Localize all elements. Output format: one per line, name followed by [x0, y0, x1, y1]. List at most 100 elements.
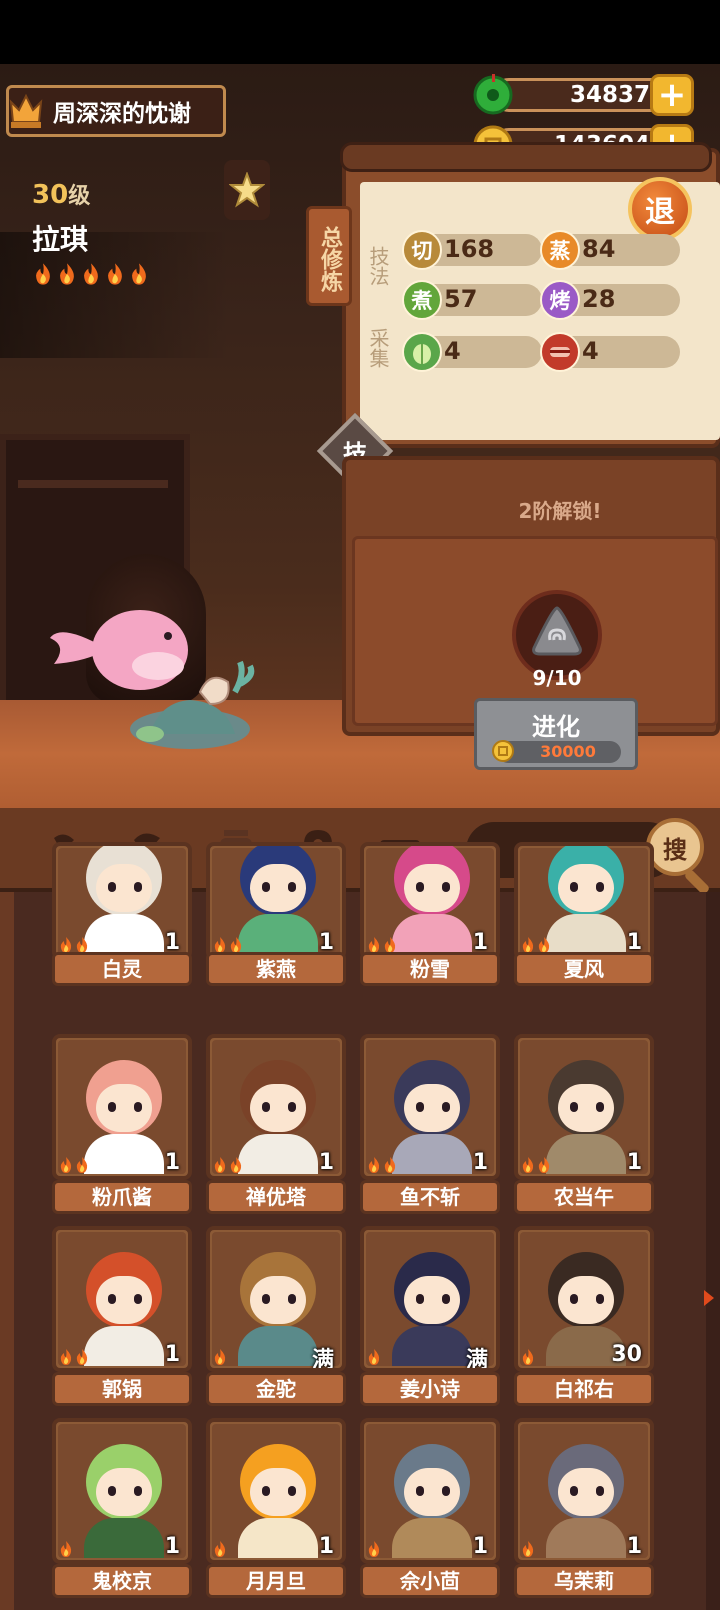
chef-card[interactable]: 1 佘小茴 [360, 1418, 500, 1598]
flame-icon [366, 1156, 382, 1174]
chef-rarity [520, 1348, 536, 1366]
player-name: 周深深的忱谢 [53, 101, 191, 127]
chef-card[interactable]: 1 粉爪酱 [52, 1034, 192, 1214]
chef-card[interactable]: 1 鬼校京 [52, 1418, 192, 1598]
total-training-tab[interactable]: 总修炼 [306, 206, 352, 306]
evolve-button[interactable]: 进化 30000 [474, 698, 638, 770]
flame-icon [74, 1156, 90, 1174]
skill-stat: 切 168 [402, 230, 542, 270]
skill-glyph-icon: 蒸 [540, 230, 580, 270]
flame-icon [32, 262, 54, 286]
chef-card[interactable]: 1 夏风 [514, 842, 654, 992]
flame-icon [536, 1156, 552, 1174]
chef-card[interactable]: 30 白祁右 [514, 1226, 654, 1406]
player-name-plate[interactable]: 周深深的忱谢 [6, 85, 226, 137]
chef-card-level: 1 [626, 1150, 642, 1175]
coin-icon [492, 740, 514, 762]
skill-value: 28 [582, 285, 616, 313]
flame-icon [520, 1156, 536, 1174]
add-jade-button[interactable]: + [650, 74, 694, 116]
flame-icon [366, 1540, 382, 1558]
skill-value: 57 [444, 285, 478, 313]
flame-icon [80, 262, 102, 286]
flame-icon [58, 1348, 74, 1366]
flame-icon [128, 262, 150, 286]
flame-icon [212, 1540, 228, 1558]
chef-card-name: 乌茉莉 [514, 1564, 654, 1598]
status-bar [0, 0, 720, 64]
skill-glyph-icon: 切 [402, 230, 442, 270]
chef-card-name: 鱼不斩 [360, 1180, 500, 1214]
chef-card-level: 1 [164, 1342, 180, 1367]
evolution-progress: 9/10 [532, 666, 582, 690]
chef-rarity [520, 1156, 552, 1174]
vegetable-icon [402, 332, 442, 372]
chef-card[interactable]: 1 月月旦 [206, 1418, 346, 1598]
skill-value: 168 [444, 235, 495, 263]
chef-card[interactable]: 满金驼 [206, 1226, 346, 1406]
chef-level: 30级 [32, 180, 91, 210]
chef-card[interactable]: 1 农当午 [514, 1034, 654, 1214]
skill-stat: 烤 28 [540, 280, 680, 320]
gather-stat: 4 [402, 332, 542, 372]
chef-crown-icon [9, 93, 43, 128]
star-lantern[interactable] [224, 160, 270, 220]
chef-card-name: 月月旦 [206, 1564, 346, 1598]
gather-label: 采集 [366, 328, 390, 368]
flame-icon [212, 1156, 228, 1174]
chef-card-level: 30 [611, 1342, 642, 1367]
jade-value: 34837 [569, 82, 650, 108]
chef-card-name: 粉爪酱 [52, 1180, 192, 1214]
chef-card-level: 1 [472, 1150, 488, 1175]
flame-icon [58, 1156, 74, 1174]
chef-card-level: 1 [318, 1534, 334, 1559]
chef-name: 拉琪 [32, 223, 89, 256]
chef-card-name: 白祁右 [514, 1372, 654, 1406]
exit-button[interactable]: 退 [628, 177, 692, 241]
chef-rarity [58, 1348, 90, 1366]
chef-rarity [366, 1156, 398, 1174]
flame-icon [58, 1540, 74, 1558]
jade-icon [473, 74, 513, 115]
chef-card-name: 鬼校京 [52, 1564, 192, 1598]
jade-currency: 34837 + [472, 74, 694, 116]
flame-icon [74, 1348, 90, 1366]
search-button[interactable]: 搜 [646, 818, 704, 876]
scroll-right-arrow-icon[interactable] [704, 1290, 714, 1306]
chef-card-name: 白灵 [52, 952, 192, 986]
chef-card-name: 姜小诗 [360, 1372, 500, 1406]
chef-card-name: 佘小茴 [360, 1564, 500, 1598]
flame-icon [382, 1156, 398, 1174]
chef-rarity [58, 1156, 90, 1174]
chef-card[interactable]: 1 紫燕 [206, 842, 346, 992]
skill-stat: 煮 57 [402, 280, 542, 320]
flame-icon [520, 1348, 536, 1366]
evolution-stone-icon [532, 606, 582, 656]
evolve-label: 进化 [532, 713, 580, 741]
chef-card-level: 1 [164, 1534, 180, 1559]
chef-card-level: 满 [311, 1348, 334, 1372]
chef-card[interactable]: 1 禅优塔 [206, 1034, 346, 1214]
chef-card[interactable]: 1 白灵 [52, 842, 192, 992]
unlock-text: 2阶解锁! [518, 499, 602, 523]
flame-icon [520, 1540, 536, 1558]
chef-card[interactable]: 满姜小诗 [360, 1226, 500, 1406]
chef-card-name: 农当午 [514, 1180, 654, 1214]
chef-card[interactable]: 1 郭锅 [52, 1226, 192, 1406]
flame-icon [366, 1348, 382, 1366]
pink-dolphin-pet [50, 610, 255, 749]
meat-icon [540, 332, 580, 372]
chef-card[interactable]: 1 乌茉莉 [514, 1418, 654, 1598]
chef-card-name: 粉雪 [360, 952, 500, 986]
skill-glyph-icon: 烤 [540, 280, 580, 320]
chef-rarity [212, 1540, 228, 1558]
chef-card-level: 1 [472, 1534, 488, 1559]
star-icon [229, 172, 265, 208]
skill-value: 84 [582, 235, 616, 263]
chef-card[interactable]: 1 粉雪 [360, 842, 500, 992]
gather-stat: 4 [540, 332, 680, 372]
gather-value: 4 [582, 337, 599, 365]
skill-glyph-icon: 煮 [402, 280, 442, 320]
chef-card-name: 郭锅 [52, 1372, 192, 1406]
chef-card[interactable]: 1 鱼不斩 [360, 1034, 500, 1214]
